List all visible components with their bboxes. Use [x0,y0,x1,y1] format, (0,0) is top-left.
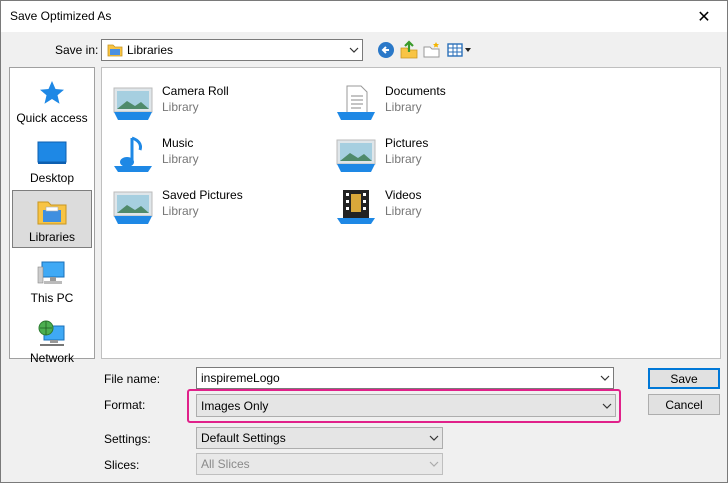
places-bar: Quick access Desktop Libraries This PC N… [9,67,95,365]
library-name: Videos [385,188,422,202]
place-libraries[interactable]: Libraries [12,190,92,248]
library-name: Pictures [385,136,429,150]
network-icon [36,318,68,348]
library-item-pictures[interactable]: Pictures Library [327,134,537,178]
library-item-saved-pictures[interactable]: Saved Pictures Library [104,186,314,230]
videos-library-icon [333,188,379,228]
view-menu-icon[interactable] [446,39,474,61]
library-type: Library [385,204,422,218]
cancel-button[interactable]: Cancel [648,394,720,415]
close-icon: ✕ [697,8,711,26]
chevron-down-icon [346,47,362,53]
library-name: Saved Pictures [162,188,243,202]
library-name: Camera Roll [162,84,229,98]
new-folder-icon[interactable] [421,39,443,61]
save-button[interactable]: Save [648,368,720,389]
place-label: Quick access [16,111,88,125]
chevron-down-icon [426,461,442,467]
place-desktop[interactable]: Desktop [10,132,94,190]
save-in-value: Libraries [127,43,174,57]
star-icon [38,78,66,108]
library-type: Library [162,204,199,218]
file-name-field[interactable]: inspiremeLogo [196,367,614,389]
library-type: Library [385,100,422,114]
place-quick-access[interactable]: Quick access [10,72,94,130]
file-list: Camera Roll Library Documents Library Mu… [101,67,721,359]
library-item-music[interactable]: Music Library [104,134,314,178]
back-icon[interactable] [375,39,397,61]
library-type: Library [162,152,199,166]
up-folder-icon[interactable] [398,39,420,61]
computer-icon [36,258,68,288]
library-name: Music [162,136,194,150]
title-bar: Save Optimized As ✕ [1,1,727,32]
picture-library-icon [110,188,156,228]
save-in-dropdown[interactable]: Libraries [101,39,363,61]
library-item-videos[interactable]: Videos Library [327,186,537,230]
picture-library-icon [110,84,156,124]
libraries-icon [36,197,68,227]
slices-value: All Slices [201,457,250,471]
save-in-label: Save in: [55,43,99,57]
music-library-icon [110,136,156,176]
format-label: Format: [104,398,146,412]
slices-dropdown[interactable]: All Slices [196,453,443,475]
file-name-label: File name: [104,372,161,386]
desktop-icon [36,138,68,168]
place-label: Desktop [29,171,75,185]
place-network[interactable]: Network [10,312,94,370]
documents-library-icon [333,84,379,124]
format-highlight-box [187,389,621,423]
library-item-documents[interactable]: Documents Library [327,82,537,126]
library-item-camera-roll[interactable]: Camera Roll Library [104,82,314,126]
file-name-value: inspiremeLogo [201,371,280,385]
chevron-down-icon[interactable] [597,375,613,381]
library-type: Library [162,100,199,114]
place-label: This PC [30,291,74,305]
picture-library-icon [333,136,379,176]
place-this-pc[interactable]: This PC [10,252,94,310]
library-name: Documents [385,84,446,98]
folder-icon [107,43,123,57]
save-dialog: Save Optimized As ✕ Save in: Libraries Q… [0,0,728,483]
settings-dropdown[interactable]: Default Settings [196,427,443,449]
place-label: Libraries [28,230,76,244]
chevron-down-icon [426,435,442,441]
library-type: Library [385,152,422,166]
place-label: Network [29,351,74,365]
settings-label: Settings: [104,432,151,446]
settings-value: Default Settings [201,431,286,445]
dialog-title: Save Optimized As [10,9,112,23]
slices-label: Slices: [104,458,140,472]
close-button[interactable]: ✕ [681,1,727,32]
